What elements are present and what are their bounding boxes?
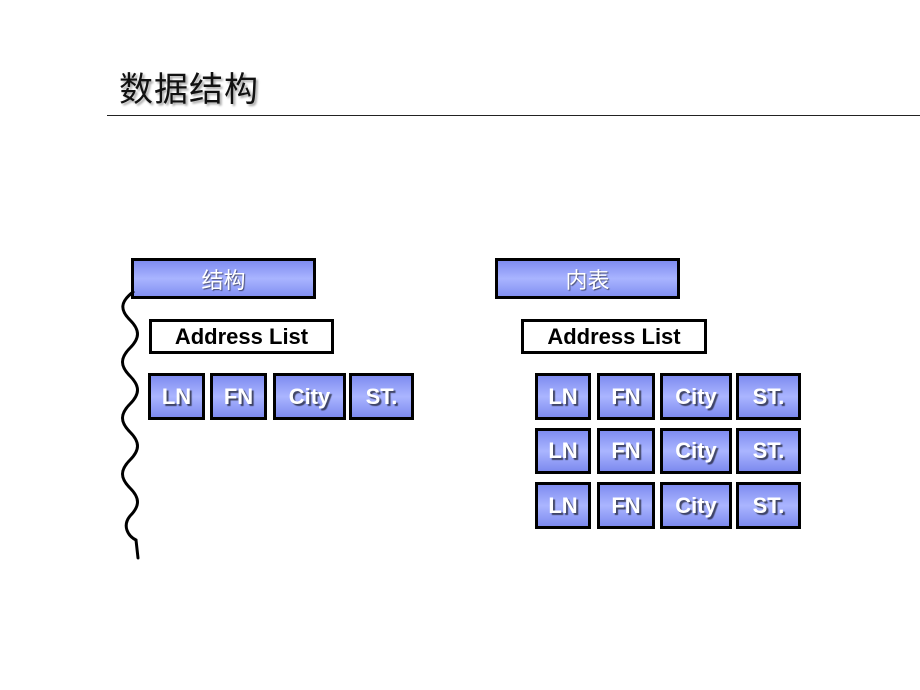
field-ln: LN — [535, 428, 591, 474]
structure-header: 结构 — [131, 258, 316, 299]
field-st: ST. — [736, 482, 801, 529]
field-city: City — [660, 482, 732, 529]
internal-table-header: 内表 — [495, 258, 680, 299]
field-fn: FN — [210, 373, 267, 420]
field-ln: LN — [535, 482, 591, 529]
field-ln: LN — [148, 373, 205, 420]
field-city: City — [660, 373, 732, 420]
field-st: ST. — [349, 373, 414, 420]
field-st: ST. — [736, 428, 801, 474]
field-fn: FN — [597, 373, 655, 420]
page-title: 数据结构 — [119, 70, 259, 110]
field-city: City — [660, 428, 732, 474]
title-divider — [107, 115, 920, 116]
field-city: City — [273, 373, 346, 420]
field-fn: FN — [597, 428, 655, 474]
field-ln: LN — [535, 373, 591, 420]
address-list-label: Address List — [149, 319, 334, 354]
field-fn: FN — [597, 482, 655, 529]
field-st: ST. — [736, 373, 801, 420]
address-list-label: Address List — [521, 319, 707, 354]
